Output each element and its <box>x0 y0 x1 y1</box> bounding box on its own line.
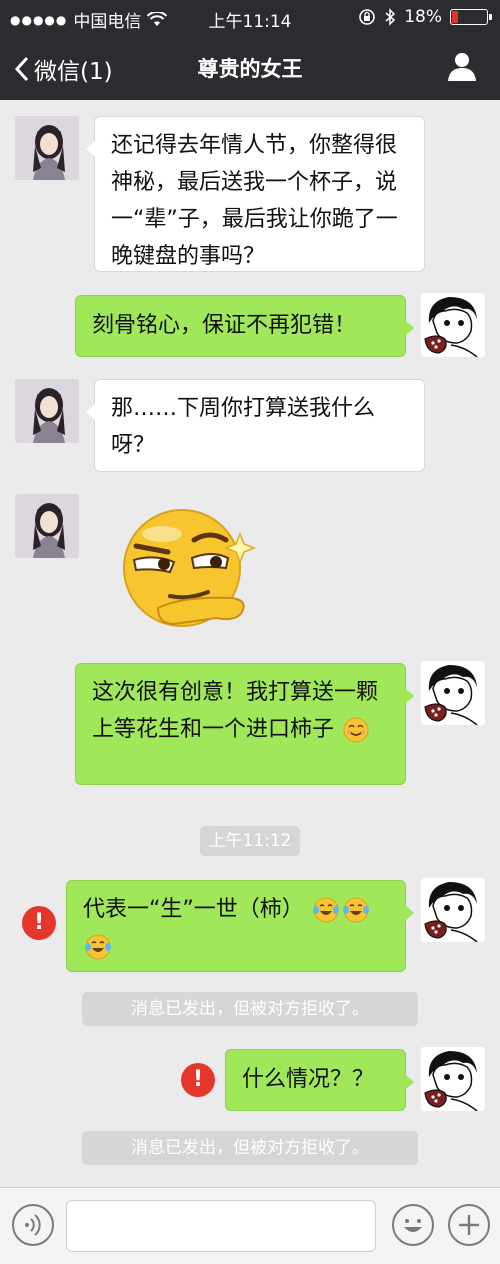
message-bubble-sent[interactable]: 什么情况？？ <box>225 1049 414 1111</box>
chat-timestamp: 上午11:12 <box>200 826 300 856</box>
message-bubble-received[interactable]: 还记得去年情人节，你整得很神秘，最后送我一个杯子，说一“辈”子，最后我让你跪了一… <box>86 116 425 272</box>
smiley-icon <box>404 1219 422 1232</box>
contact-avatar[interactable] <box>15 116 79 180</box>
chat-info-button[interactable] <box>446 50 478 86</box>
voice-icon <box>25 1214 41 1236</box>
message-bubble-sent[interactable]: 这次很有创意！我打算送一颗上等花生和一个进口柿子 <box>75 663 414 785</box>
message-text: 刻骨铭心，保证不再犯错！ <box>92 313 357 338</box>
laugh-cry-emoji-icon <box>84 934 112 960</box>
chat-title: 尊贵的女王 <box>197 57 303 81</box>
smirk-sticker[interactable] <box>112 500 262 640</box>
contact-avatar[interactable] <box>15 379 79 443</box>
send-failed-icon[interactable]: ! <box>22 906 56 940</box>
voice-input-button[interactable] <box>12 1204 54 1246</box>
more-button[interactable] <box>448 1204 490 1246</box>
message-bubble-sent[interactable]: 代表一“生”一世（柿） <box>66 880 414 972</box>
battery-icon <box>450 9 492 25</box>
message-text: 那……下周你打算送我什么呀？ <box>111 396 376 458</box>
laugh-cry-emoji-icon <box>311 897 340 923</box>
rejected-notice: 消息已发出，但被对方拒收了。 <box>82 1131 418 1165</box>
battery-percent: 18% <box>404 7 442 27</box>
contact-avatar[interactable] <box>15 494 79 558</box>
emoji-button[interactable] <box>392 1204 434 1246</box>
bluetooth-icon <box>385 8 396 26</box>
my-avatar[interactable] <box>421 1047 485 1111</box>
message-bubble-sent[interactable]: 刻骨铭心，保证不再犯错！ <box>75 295 414 357</box>
my-avatar[interactable] <box>421 661 485 725</box>
rejected-notice: 消息已发出，但被对方拒收了。 <box>82 992 418 1026</box>
message-text: 代表一“生”一世（柿） <box>83 897 304 922</box>
message-bubble-received[interactable]: 那……下周你打算送我什么呀？ <box>86 379 425 472</box>
chat-header: 微信(1) 尊贵的女王 <box>0 34 500 100</box>
my-avatar[interactable] <box>421 878 485 942</box>
laugh-cry-emoji-icon <box>341 897 370 923</box>
my-avatar[interactable] <box>421 293 485 357</box>
send-failed-icon[interactable]: ! <box>181 1063 215 1097</box>
battery-level-fill <box>452 11 458 23</box>
smile-emoji-icon <box>343 717 369 743</box>
message-text: 什么情况？？ <box>242 1067 375 1092</box>
plus-icon <box>459 1215 479 1235</box>
rotation-lock-icon <box>359 9 376 25</box>
message-input[interactable] <box>66 1200 376 1252</box>
message-text: 还记得去年情人节，你整得很神秘，最后送我一个杯子，说一“辈”子，最后我让你跪了一… <box>111 133 398 269</box>
person-icon <box>448 53 476 81</box>
status-bar: ●●●●● 中国电信 上午11:14 18% <box>0 0 500 34</box>
message-text: 这次很有创意！我打算送一颗上等花生和一个进口柿子 <box>92 680 379 742</box>
input-bar <box>0 1187 500 1264</box>
